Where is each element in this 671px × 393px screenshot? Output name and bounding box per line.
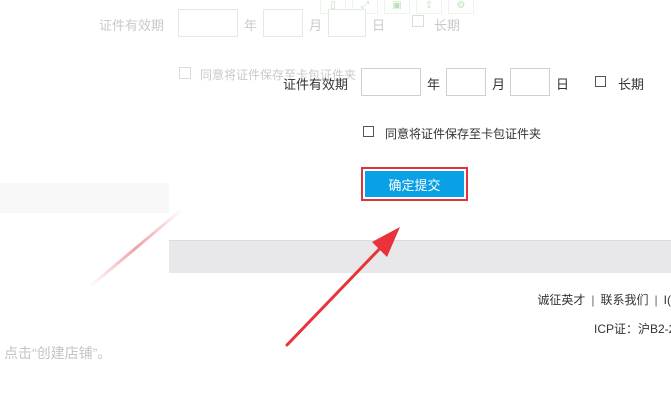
annotation-arrow-icon [285,227,400,347]
